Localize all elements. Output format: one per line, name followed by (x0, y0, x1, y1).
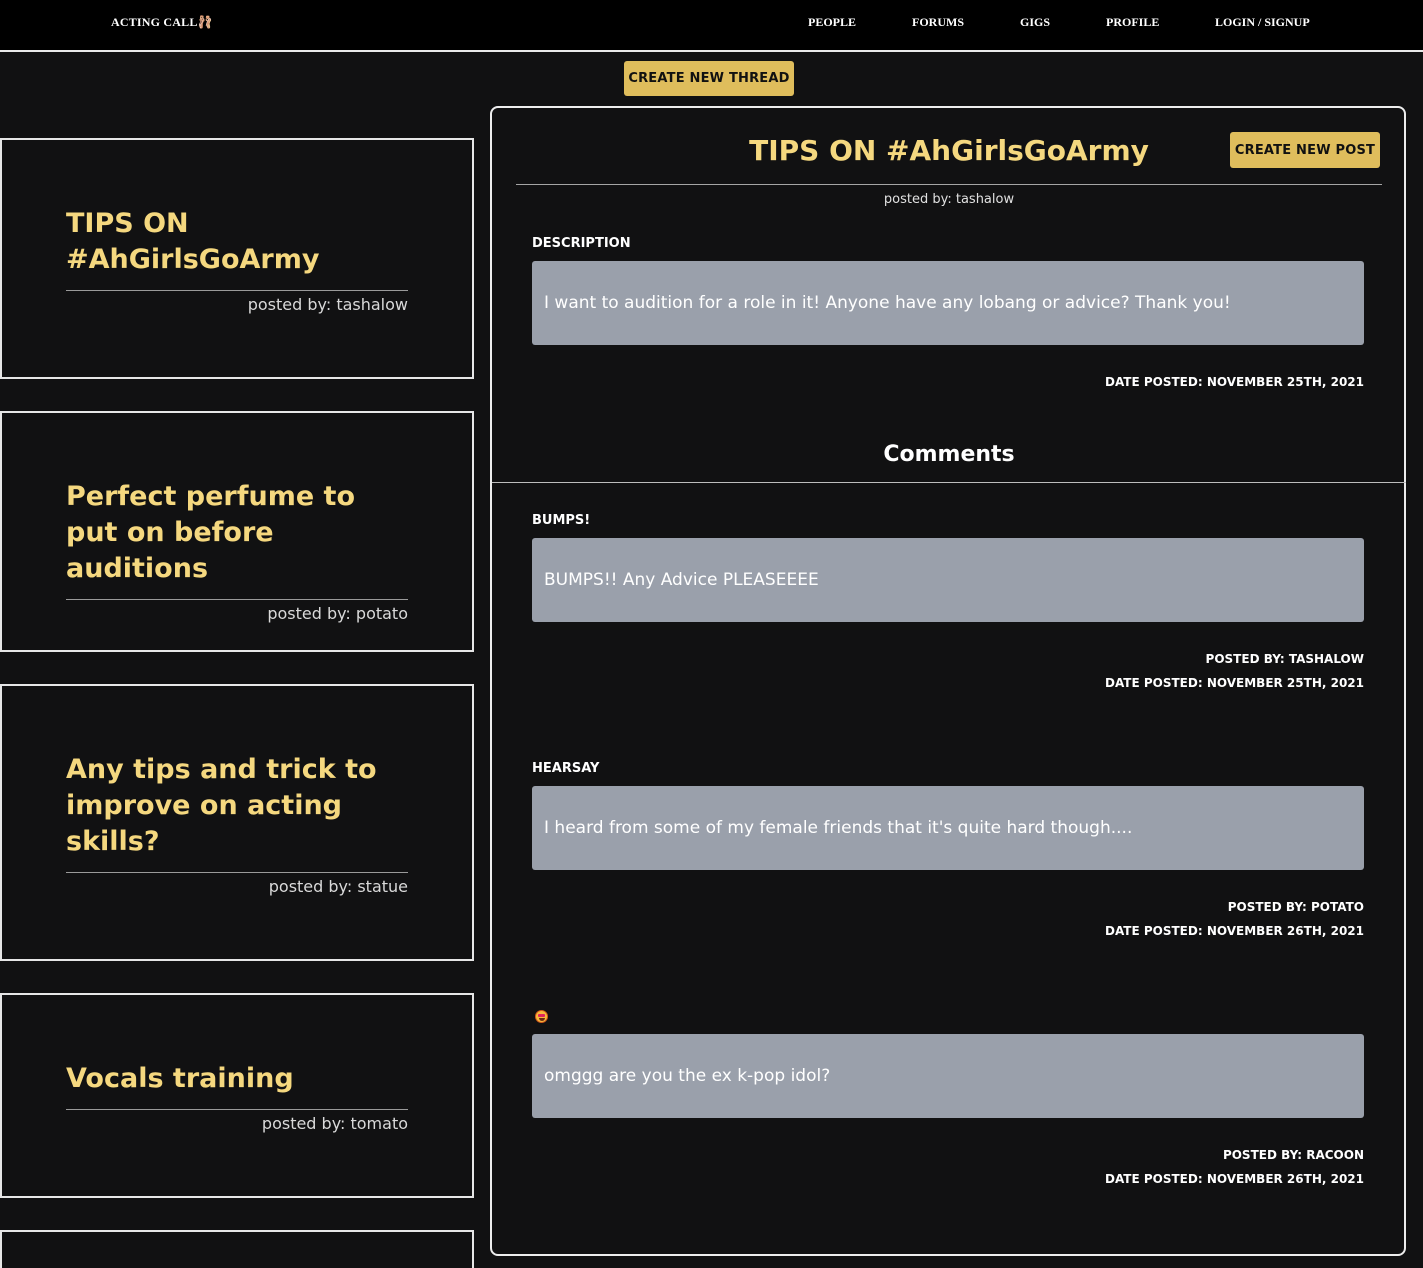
nav-link-profile[interactable]: PROFILE (1106, 15, 1159, 30)
comments-heading: Comments (883, 442, 1015, 467)
comment-title: BUMPS! (532, 513, 591, 528)
nav-link-gigs[interactable]: GIGS (1020, 15, 1050, 30)
thread-card-1[interactable]: TIPS ON #AhGirlsGoArmy posted by: tashal… (0, 138, 474, 379)
comments-divider (492, 482, 1406, 483)
comment-meta: POSTED BY: RACOON DATE POSTED: NOVEMBER … (532, 1143, 1364, 1191)
create-new-post-button[interactable]: CREATE NEW POST (1230, 132, 1380, 168)
comment-date: DATE POSTED: NOVEMBER 26TH, 2021 (1104, 924, 1364, 938)
description-date: DATE POSTED: NOVEMBER 25TH, 2021 (1104, 375, 1364, 389)
thread-divider (66, 1109, 408, 1110)
comment-meta: POSTED BY: POTATO DATE POSTED: NOVEMBER … (532, 895, 1364, 943)
create-new-thread-button[interactable]: CREATE NEW THREAD (624, 61, 794, 96)
thread-card-3[interactable]: Any tips and trick to improve on acting … (0, 684, 474, 961)
thread-card-5[interactable] (0, 1230, 474, 1268)
comment-meta: POSTED BY: TASHALOW DATE POSTED: NOVEMBE… (532, 647, 1364, 695)
star-struck-emoji-icon (535, 1010, 548, 1023)
thread-divider (66, 599, 408, 600)
title-divider (516, 184, 1382, 185)
thread-detail-author: posted by: tashalow (883, 192, 1015, 207)
thread-author: posted by: tomato (261, 1114, 408, 1133)
comment-date: DATE POSTED: NOVEMBER 26TH, 2021 (1104, 1172, 1364, 1186)
nav-link-login-signup[interactable]: LOGIN / SIGNUP (1215, 15, 1310, 30)
comment-posted-by: POSTED BY: POTATO (1227, 900, 1364, 914)
brand-logo-link[interactable]: ACTING CALL🩰 (111, 15, 213, 30)
emoji-mouth (539, 1018, 545, 1021)
description-box: I want to audition for a role in it! Any… (532, 261, 1364, 345)
comment-title: HEARSAY (532, 761, 600, 776)
comment-posted-by: POSTED BY: RACOON (1222, 1148, 1364, 1162)
thread-detail-panel: TIPS ON #AhGirlsGoArmy CREATE NEW POST p… (490, 106, 1406, 1256)
description-label: DESCRIPTION (532, 236, 631, 251)
thread-title[interactable]: Vocals training (66, 1061, 408, 1097)
thread-card-2[interactable]: Perfect perfume to put on before auditio… (0, 411, 474, 652)
comment-body: omggg are you the ex k-pop idol? (532, 1034, 1364, 1118)
top-navbar: ACTING CALL🩰 PEOPLE FORUMS GIGS PROFILE … (0, 0, 1423, 52)
nav-link-people[interactable]: PEOPLE (808, 15, 856, 30)
comment-date: DATE POSTED: NOVEMBER 25TH, 2021 (1104, 676, 1364, 690)
nav-link-forums[interactable]: FORUMS (912, 15, 964, 30)
thread-author: posted by: tashalow (247, 295, 408, 314)
thread-divider (66, 872, 408, 873)
thread-author: posted by: potato (267, 604, 408, 623)
comment-posted-by: POSTED BY: TASHALOW (1205, 652, 1364, 666)
thread-title[interactable]: Perfect perfume to put on before auditio… (66, 479, 408, 587)
thread-card-4[interactable]: Vocals training posted by: tomato (0, 993, 474, 1198)
thread-title[interactable]: Any tips and trick to improve on acting … (66, 752, 408, 860)
thread-divider (66, 290, 408, 291)
thread-author: posted by: statue (268, 877, 408, 896)
comment-body: I heard from some of my female friends t… (532, 786, 1364, 870)
thread-title[interactable]: TIPS ON #AhGirlsGoArmy (66, 206, 408, 278)
comment-body: BUMPS!! Any Advice PLEASEEEE (532, 538, 1364, 622)
